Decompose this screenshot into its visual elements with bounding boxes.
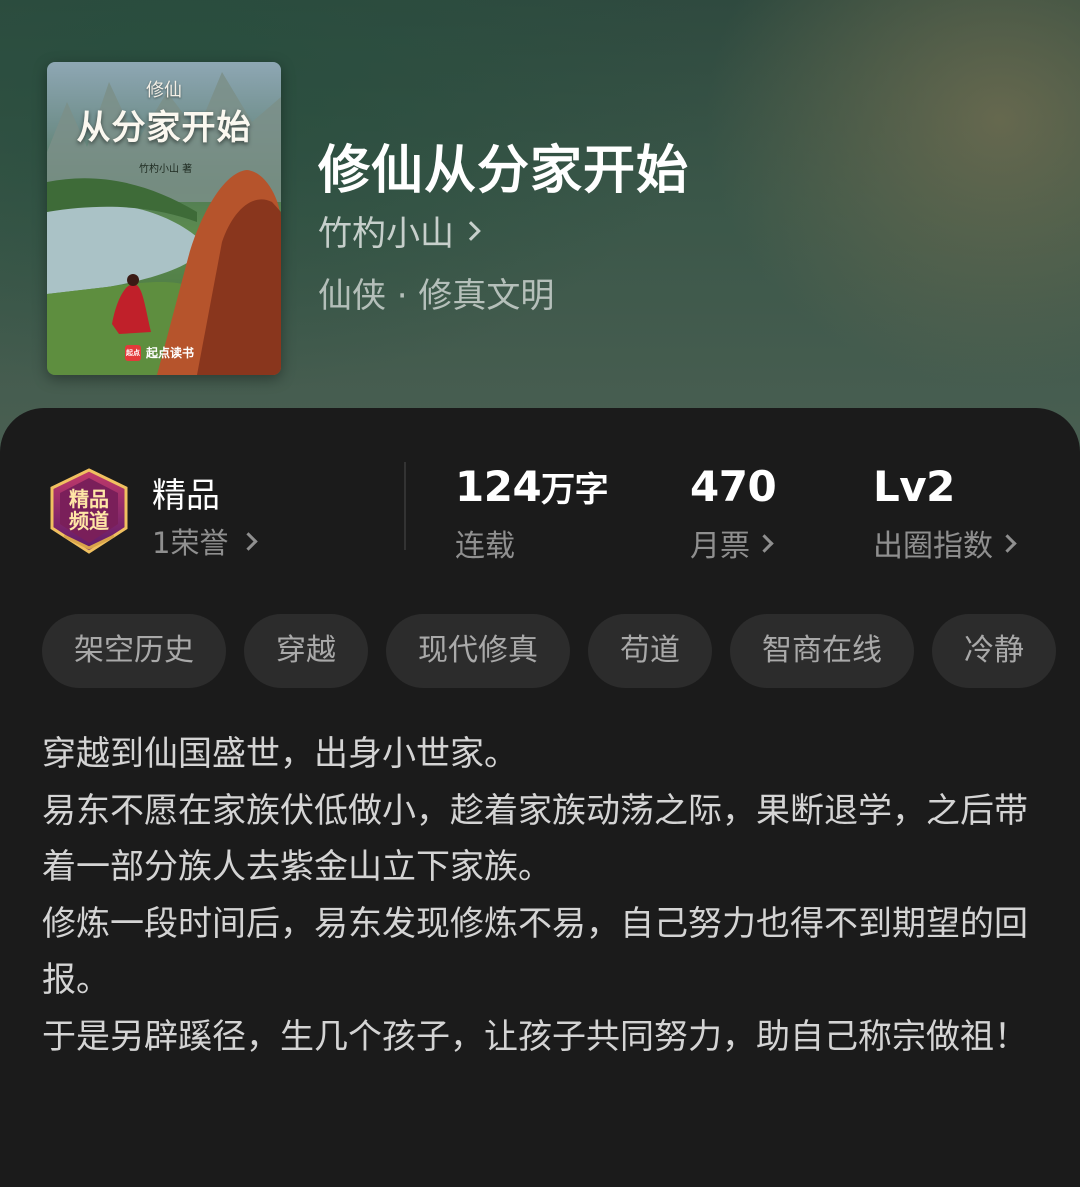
cover-author-text: 竹杓小山 著 xyxy=(139,164,193,175)
stat-monthly-tickets[interactable]: 470 月票 xyxy=(690,462,777,565)
tag-chip[interactable]: 冷静 xyxy=(932,614,1056,688)
word-count-number: 124 xyxy=(455,462,542,511)
word-count-unit: 万字 xyxy=(541,470,609,510)
honor-link[interactable]: 1荣誉 xyxy=(152,520,259,562)
book-detail-card: 精品 频道 精品 1荣誉 124万字 连载 470 月票 Lv2 出圈指数 架空… xyxy=(0,408,1080,1187)
genre-text: 仙侠 · 修真文明 xyxy=(318,276,555,316)
book-cover[interactable]: 修仙 从分家开始 竹杓小山 著 起点 起点读书 xyxy=(47,62,281,375)
stat-word-count: 124万字 连载 xyxy=(455,462,609,565)
svg-text:精品: 精品 xyxy=(69,487,109,511)
monthly-tickets-label: 月票 xyxy=(690,521,776,565)
monthly-tickets-text: 月票 xyxy=(690,529,750,564)
tag-chip[interactable]: 现代修真 xyxy=(386,614,570,688)
tag-chip[interactable]: 智商在线 xyxy=(730,614,914,688)
monthly-tickets-value: 470 xyxy=(690,462,777,511)
breakout-index-label: 出圈指数 xyxy=(873,521,1017,565)
tag-chip[interactable]: 穿越 xyxy=(244,614,368,688)
chevron-right-icon xyxy=(239,531,259,551)
stats-divider xyxy=(404,462,406,550)
cover-series-text: 修仙 xyxy=(146,80,182,101)
svg-text:频道: 频道 xyxy=(69,509,109,533)
author-name: 竹杓小山 xyxy=(318,214,454,254)
book-title: 修仙从分家开始 xyxy=(318,140,690,201)
book-synopsis[interactable]: 穿越到仙国盛世，出身小世家。 易东不愿在家族伏低做小，趁着家族动荡之际，果断退学… xyxy=(42,726,1032,1065)
breakout-index-value: Lv2 xyxy=(873,462,955,511)
quality-label: 精品 xyxy=(152,476,220,516)
stats-row: 精品 频道 精品 1荣誉 124万字 连载 470 月票 Lv2 出圈指数 xyxy=(0,456,1080,576)
stat-word-count-value: 124万字 xyxy=(455,462,609,511)
premium-channel-badge-icon[interactable]: 精品 频道 xyxy=(44,466,134,556)
cover-brand: 起点 起点读书 xyxy=(125,344,194,361)
tag-list: 架空历史 穿越 现代修真 苟道 智商在线 冷静 xyxy=(42,614,1080,688)
cover-brand-text: 起点读书 xyxy=(146,346,195,360)
tag-chip[interactable]: 苟道 xyxy=(588,614,712,688)
serial-status-text: 连载 xyxy=(455,529,515,564)
stat-breakout-index[interactable]: Lv2 出圈指数 xyxy=(873,462,1017,565)
qidian-logo-icon: 起点 xyxy=(125,344,141,361)
honor-text: 1荣誉 xyxy=(152,526,229,560)
chevron-right-icon xyxy=(998,533,1017,553)
tag-chip[interactable]: 架空历史 xyxy=(42,614,226,688)
chevron-right-icon xyxy=(755,533,774,553)
cover-title-text: 从分家开始 xyxy=(76,108,252,148)
author-link[interactable]: 竹杓小山 xyxy=(318,206,481,255)
chevron-right-icon xyxy=(461,220,481,241)
serial-status-label: 连载 xyxy=(455,521,608,565)
breakout-index-text: 出圈指数 xyxy=(873,529,993,564)
